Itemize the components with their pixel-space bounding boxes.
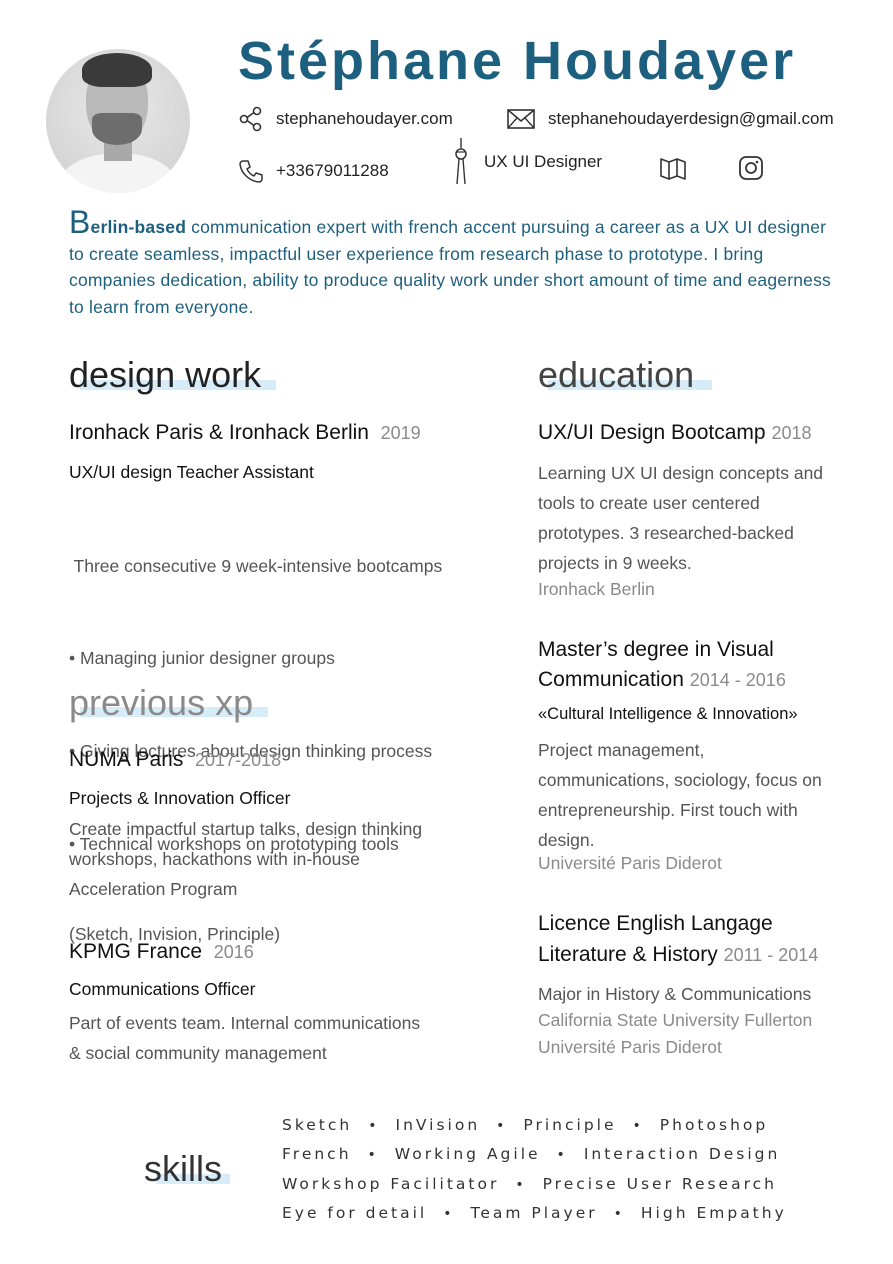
company-name: Ironhack Paris & Ironhack Berlin [69,421,369,444]
skill-tag: Photoshop [659,1116,769,1134]
email-text: stephanehoudayerdesign@gmail.com [548,109,834,128]
desc-line: • Managing junior designer groups [69,648,335,668]
experience-year: 2019 [380,423,421,443]
desc-line: Three consecutive 9 week-intensive bootc… [69,556,443,576]
desc-line: workshops, hackathons with in-house [69,849,360,869]
section-title-previous-xp: previous xp [69,682,254,723]
desc-line: Learning UX UI design concepts and [538,463,824,483]
intro-drop-letter: B [69,204,91,240]
desc-line: communications, sociology, focus on [538,770,822,790]
phone-link[interactable]: +33679011288 [238,158,389,184]
experience-year: 2016 [213,942,254,962]
school-name: Ironhack Berlin [538,579,655,599]
school-name: Université Paris Diderot [538,853,722,873]
desc-line: entrepreneurship. First touch with [538,800,798,820]
education-year: 2018 [771,423,812,443]
degree-subtitle: «Cultural Intelligence & Innovation» [538,705,798,723]
skill-tag: Workshop Facilitator [282,1175,500,1193]
degree-name: Literature & History [538,943,718,966]
education-description: Learning UX UI design concepts and tools… [538,458,823,578]
experience-year: 2017-2018 [195,750,282,770]
role-title: Projects & Innovation Officer [69,788,291,808]
education-title: UX/UI Design Bootcamp 2018 [538,421,812,445]
candidate-name: Stéphane Houdayer [238,31,797,91]
company-name: NUMA Paris [69,748,184,771]
skills-row: Sketch • InVision • Principle • Photoshop [282,1116,769,1134]
intro-paragraph: Berlin-based communication expert with f… [69,206,839,320]
skill-tag: Working Agile [394,1145,541,1163]
desc-line: projects in 9 weeks. [538,553,692,573]
desc-line: tools to create user centered [538,493,760,513]
desc-line: Create impactful startup talks, design t… [69,819,423,839]
skill-tag: Precise User Research [542,1175,777,1193]
desc-line: & social community management [69,1043,327,1063]
tower-icon [450,138,472,186]
email-link[interactable]: stephanehoudayerdesign@gmail.com [506,106,834,132]
school-name: California State University Fullerton [538,1010,813,1030]
desc-line: Part of events team. Internal communicat… [69,1013,421,1033]
skills-row: French • Working Agile • Interaction Design [282,1145,781,1163]
degree-name: Communication [538,668,684,691]
experience-title: Ironhack Paris & Ironhack Berlin 2019 [69,421,421,445]
skill-tag: Principle [523,1116,617,1134]
skills-row: Workshop Facilitator • Precise User Resear… [282,1175,777,1193]
skill-tag: Eye for detail [282,1204,428,1222]
phone-icon [238,158,264,184]
desc-line: Project management, [538,740,705,760]
company-name: KPMG France [69,940,203,963]
role-title: UX/UI design Teacher Assistant [69,462,314,482]
education-description: Project management, communications, soci… [538,735,822,855]
education-description: Major in History & Communications [538,984,812,1004]
section-title-education: education [538,354,695,395]
desc-line: Acceleration Program [69,879,238,899]
phone-text: +33679011288 [276,161,389,180]
website-link[interactable]: stephanehoudayer.com [238,106,453,132]
experience-title: NUMA Paris 2017-2018 [69,748,281,772]
section-title-skills: skills [144,1148,222,1189]
experience-description: Part of events team. Internal communicat… [69,1008,420,1068]
skill-tag: French [282,1145,352,1163]
school-name: Université Paris Diderot [538,1037,722,1057]
skill-tag: High Empathy [640,1204,787,1222]
instagram-icon[interactable] [738,155,764,181]
skills-row: Eye for detail • Team Player • High Empathy [282,1204,787,1222]
behance-book-icon[interactable] [659,156,687,182]
desc-line: prototypes. 3 researched-backed [538,523,794,543]
education-year: 2011 - 2014 [723,945,819,965]
website-text: stephanehoudayer.com [276,109,453,128]
education-title-line2: Literature & History 2011 - 2014 [538,943,818,967]
mail-icon [506,106,536,132]
experience-title: KPMG France 2016 [69,940,254,964]
skill-tag: Interaction Design [583,1145,781,1163]
experience-description: Three consecutive 9 week-intensive bootc… [69,491,442,979]
share-icon [238,106,264,132]
degree-name: UX/UI Design Bootcamp [538,421,766,444]
section-title-design-work: design work [69,354,262,395]
intro-bold: erlin-based [90,217,187,237]
education-year: 2014 - 2016 [689,670,786,690]
education-title: Licence English Langage [538,912,773,935]
skill-tag: Team Player [470,1204,598,1222]
education-title-line2: Communication 2014 - 2016 [538,668,786,692]
job-title-text: UX UI Designer [484,152,603,171]
profile-photo [46,49,190,193]
skill-tag: Sketch [282,1116,353,1134]
school-list: California State University Fullerton Un… [538,1007,812,1061]
job-title-item: UX UI Designer [450,138,602,186]
education-title: Master’s degree in Visual [538,638,774,661]
skill-tag: InVision [395,1116,481,1134]
experience-description: Create impactful startup talks, design t… [69,814,422,904]
role-title: Communications Officer [69,979,256,999]
